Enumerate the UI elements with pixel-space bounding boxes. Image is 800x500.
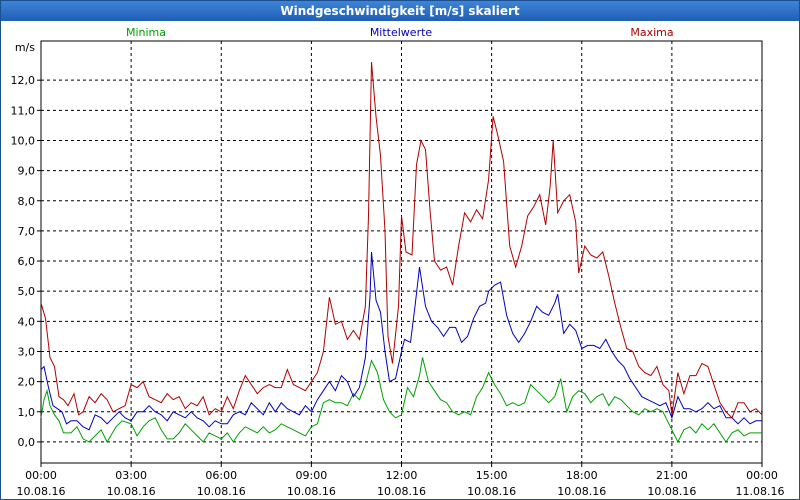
y-tick-label: 6,0 [18, 255, 36, 268]
wind-speed-chart: m/s 0,0 1,0 2,0 3,0 4,0 5,0 6,0 7,0 8,0 9,0 10,0 11… [11, 26, 785, 498]
y-tick-label: 9,0 [18, 165, 36, 178]
x-tick-date: 10.08.16 [107, 485, 156, 498]
y-tick-label: 3,0 [18, 345, 36, 358]
x-tick-date: 10.08.16 [197, 485, 246, 498]
x-tick-date: 10.08.16 [647, 485, 696, 498]
legend: Minima Mittelwerte Maxima [126, 26, 674, 39]
x-tick-date: 10.08.16 [557, 485, 606, 498]
x-tick-time: 15:00 [476, 469, 508, 482]
x-tick-time: 09:00 [296, 469, 328, 482]
y-tick-label: 11,0 [11, 104, 36, 117]
x-tick-date: 10.08.16 [467, 485, 516, 498]
x-tick-date: 10.08.16 [287, 485, 336, 498]
y-tick-label: 4,0 [18, 315, 36, 328]
x-tick-time: 00:00 [746, 469, 778, 482]
x-tick-time: 18:00 [566, 469, 598, 482]
x-tick-date: 10.08.16 [377, 485, 426, 498]
legend-minima: Minima [126, 26, 166, 39]
chart-window: Windgeschwindigkeit [m/s] skaliert m/s 0… [0, 0, 800, 500]
y-tick-label: 2,0 [18, 376, 36, 389]
y-tick-label: 8,0 [18, 195, 36, 208]
x-tick-time: 21:00 [656, 469, 688, 482]
window-title: Windgeschwindigkeit [m/s] skaliert [1, 1, 799, 21]
legend-maxima: Maxima [630, 26, 673, 39]
x-tick-time: 12:00 [386, 469, 418, 482]
y-tick-label: 0,0 [18, 436, 36, 449]
y-tick-label: 10,0 [11, 134, 36, 147]
y-axis-label: m/s [15, 41, 35, 54]
y-tick-label: 12,0 [11, 74, 36, 87]
x-tick-time: 06:00 [205, 469, 237, 482]
y-tick-label: 1,0 [18, 406, 36, 419]
y-tick-label: 7,0 [18, 225, 36, 238]
x-tick-time: 03:00 [115, 469, 147, 482]
legend-mittelwerte: Mittelwerte [370, 26, 433, 39]
x-tick-date: 11.08.16 [736, 485, 785, 498]
x-tick-date: 10.08.16 [17, 485, 66, 498]
x-tick-time: 00:00 [25, 469, 57, 482]
y-tick-label: 5,0 [18, 285, 36, 298]
